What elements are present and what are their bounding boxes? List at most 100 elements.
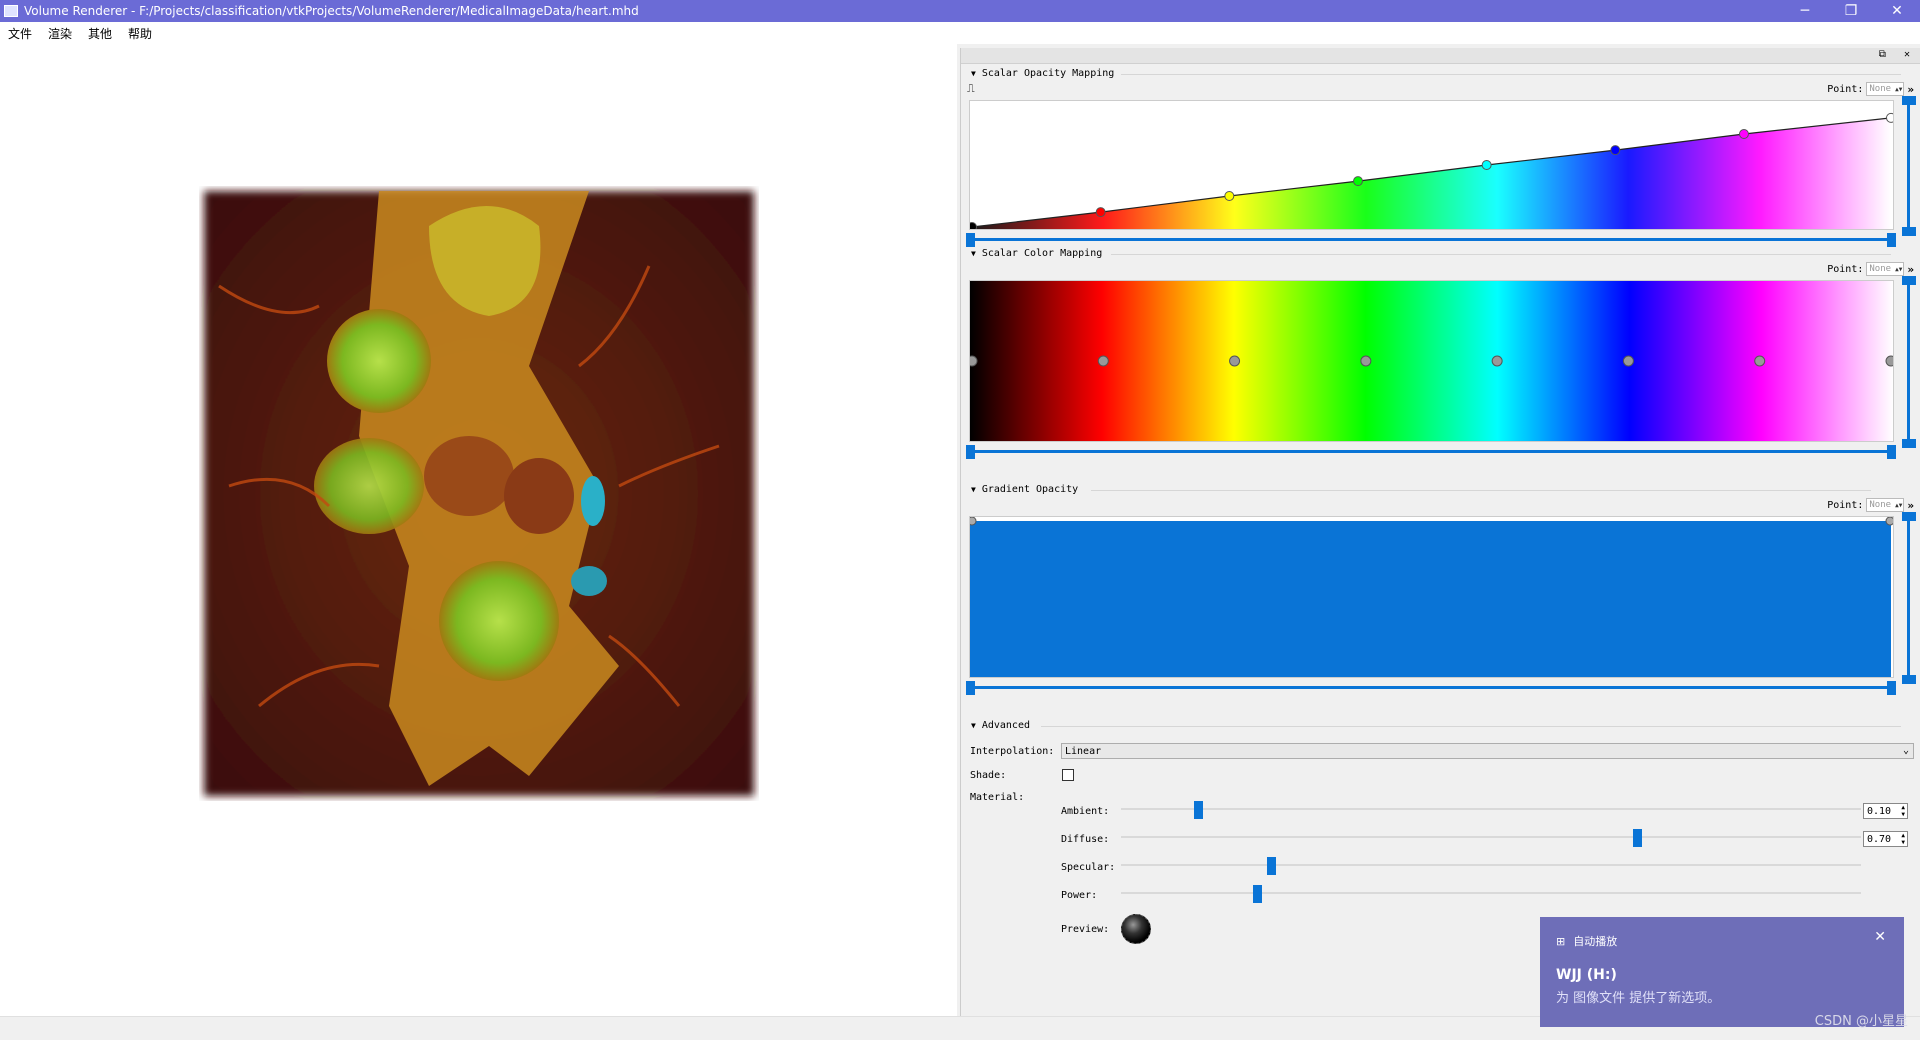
gradient-vertical-slider[interactable] [1902, 512, 1916, 684]
gradient-range-slider[interactable] [966, 681, 1896, 695]
diffuse-slider-handle[interactable] [1632, 829, 1642, 847]
transfer-function-dock: ⧉ ✕ ▼ Scalar Opacity Mapping ⎍ Point: No… [960, 48, 1920, 1016]
vrange-max-handle[interactable] [1902, 96, 1916, 105]
toast-close-button[interactable]: ✕ [1874, 929, 1886, 945]
color-point-value: None [1869, 264, 1892, 274]
ambient-slider[interactable] [1121, 801, 1861, 819]
color-control-point [1360, 355, 1372, 367]
power-slider-handle[interactable] [1252, 885, 1262, 903]
ambient-spinbox[interactable]: 0.10 ▲ ▼ [1863, 803, 1908, 819]
power-slider[interactable] [1121, 885, 1861, 903]
gradient-fill[interactable] [967, 516, 1895, 677]
gradient-point-spinbox[interactable]: None ▲▼ [1866, 498, 1905, 512]
preview-label: Preview: [1061, 924, 1110, 935]
vrange-min-handle[interactable] [1902, 227, 1916, 236]
gradient-control-point [1885, 516, 1895, 526]
interpolation-combobox[interactable]: Linear ⌄ [1061, 743, 1914, 759]
specular-slider-handle[interactable] [1267, 857, 1277, 875]
restore-button[interactable]: ❐ [1828, 0, 1874, 22]
dock-float-button[interactable]: ⧉ [1879, 49, 1892, 60]
step-icon[interactable]: ⎍ [967, 82, 975, 96]
color-gradient[interactable] [966, 281, 1897, 441]
toast-title: WJJ (H:) [1556, 967, 1617, 983]
color-point-label: Point: [1827, 263, 1864, 275]
opacity-range-slider[interactable] [966, 233, 1896, 247]
window-title: Volume Renderer - F:/Projects/classifica… [24, 4, 639, 18]
close-button[interactable]: ✕ [1874, 0, 1920, 22]
toast-body: 为 图像文件 提供了新选项。 [1556, 991, 1721, 1006]
opacity-graph[interactable] [967, 100, 1896, 232]
dock-titlebar: ⧉ ✕ [961, 48, 1920, 64]
diffuse-spinbox[interactable]: 0.70 ▲ ▼ [1863, 831, 1908, 847]
gradient-point-row: Point: None ▲▼ » [1827, 498, 1914, 512]
range-max-handle[interactable] [1887, 233, 1896, 247]
range-max-handle[interactable] [1887, 445, 1896, 459]
gradient-section-title: Gradient Opacity [981, 484, 1079, 495]
opacity-control-point [967, 222, 977, 232]
vrange-max-handle[interactable] [1902, 512, 1916, 521]
collapse-triangle-icon: ▼ [971, 249, 976, 258]
menu-render[interactable]: 渲染 [40, 25, 80, 42]
opacity-control-point [1738, 129, 1749, 139]
app-icon [4, 5, 18, 17]
collapse-triangle-icon: ▼ [971, 69, 976, 78]
color-graph[interactable] [966, 280, 1897, 442]
shade-checkbox[interactable] [1062, 769, 1074, 781]
color-point-row: Point: None ▲▼ » [1827, 262, 1914, 276]
opacity-section-header[interactable]: ▼ Scalar Opacity Mapping [971, 68, 1114, 79]
minimize-button[interactable]: ─ [1782, 0, 1828, 22]
opacity-control-point [1610, 145, 1621, 156]
window-titlebar: Volume Renderer - F:/Projects/classifica… [0, 0, 1920, 22]
ambient-slider-handle[interactable] [1194, 801, 1204, 819]
gradient-opacity-area [970, 521, 1891, 677]
advanced-section-header[interactable]: ▼ Advanced [971, 720, 1901, 731]
watermark: CSDN @小星星 [1814, 1014, 1908, 1029]
color-control-point [1885, 355, 1897, 367]
gradient-expand-icon[interactable]: » [1907, 499, 1914, 512]
dock-buttons: ⧉ ✕ [1879, 49, 1916, 60]
color-range-slider[interactable] [966, 445, 1896, 459]
range-min-handle[interactable] [966, 233, 975, 247]
range-min-handle[interactable] [966, 445, 975, 459]
range-min-handle[interactable] [966, 681, 975, 695]
gradient-section-header[interactable]: ▼ Gradient Opacity [971, 484, 1871, 495]
ambient-value: 0.10 [1867, 805, 1892, 817]
menu-file[interactable]: 文件 [0, 25, 40, 42]
collapse-triangle-icon: ▼ [971, 721, 976, 730]
opacity-curve[interactable] [967, 101, 1896, 232]
specular-label: Specular: [1061, 862, 1116, 873]
opacity-point-spinbox[interactable]: None ▲▼ [1866, 82, 1905, 96]
menu-other[interactable]: 其他 [80, 25, 120, 42]
opacity-control-point [1352, 176, 1363, 187]
gradient-point-value: None [1869, 500, 1892, 510]
color-control-point [1754, 355, 1766, 367]
color-control-point [1491, 355, 1503, 367]
render-viewport[interactable] [0, 44, 957, 1016]
opacity-control-point [1886, 112, 1896, 123]
color-point-spinbox[interactable]: None ▲▼ [1866, 262, 1905, 276]
opacity-point-value: None [1869, 84, 1892, 94]
opacity-control-point [1224, 191, 1235, 201]
specular-slider[interactable] [1121, 857, 1861, 875]
vrange-min-handle[interactable] [1902, 439, 1916, 448]
toast-header: ⊞ 自动播放 [1556, 933, 1617, 949]
opacity-point-label: Point: [1827, 83, 1864, 95]
window-controls: ─ ❐ ✕ [1782, 0, 1920, 22]
shade-label: Shade: [970, 770, 1007, 781]
diffuse-slider[interactable] [1121, 829, 1861, 847]
vrange-min-handle[interactable] [1902, 675, 1916, 684]
gradient-control-point [967, 516, 977, 526]
diffuse-label: Diffuse: [1061, 834, 1110, 845]
color-section-header[interactable]: ▼ Scalar Color Mapping [971, 248, 1891, 259]
color-expand-icon[interactable]: » [1907, 263, 1914, 276]
vrange-max-handle[interactable] [1902, 276, 1916, 285]
menu-help[interactable]: 帮助 [120, 25, 160, 42]
opacity-vertical-slider[interactable] [1902, 96, 1916, 236]
color-vertical-slider[interactable] [1902, 276, 1916, 448]
opacity-expand-icon[interactable]: » [1907, 83, 1914, 96]
interpolation-value: Linear [1065, 745, 1102, 757]
range-max-handle[interactable] [1887, 681, 1896, 695]
dock-close-button[interactable]: ✕ [1904, 49, 1916, 60]
gradient-graph[interactable] [967, 516, 1895, 678]
color-control-point [966, 355, 978, 367]
